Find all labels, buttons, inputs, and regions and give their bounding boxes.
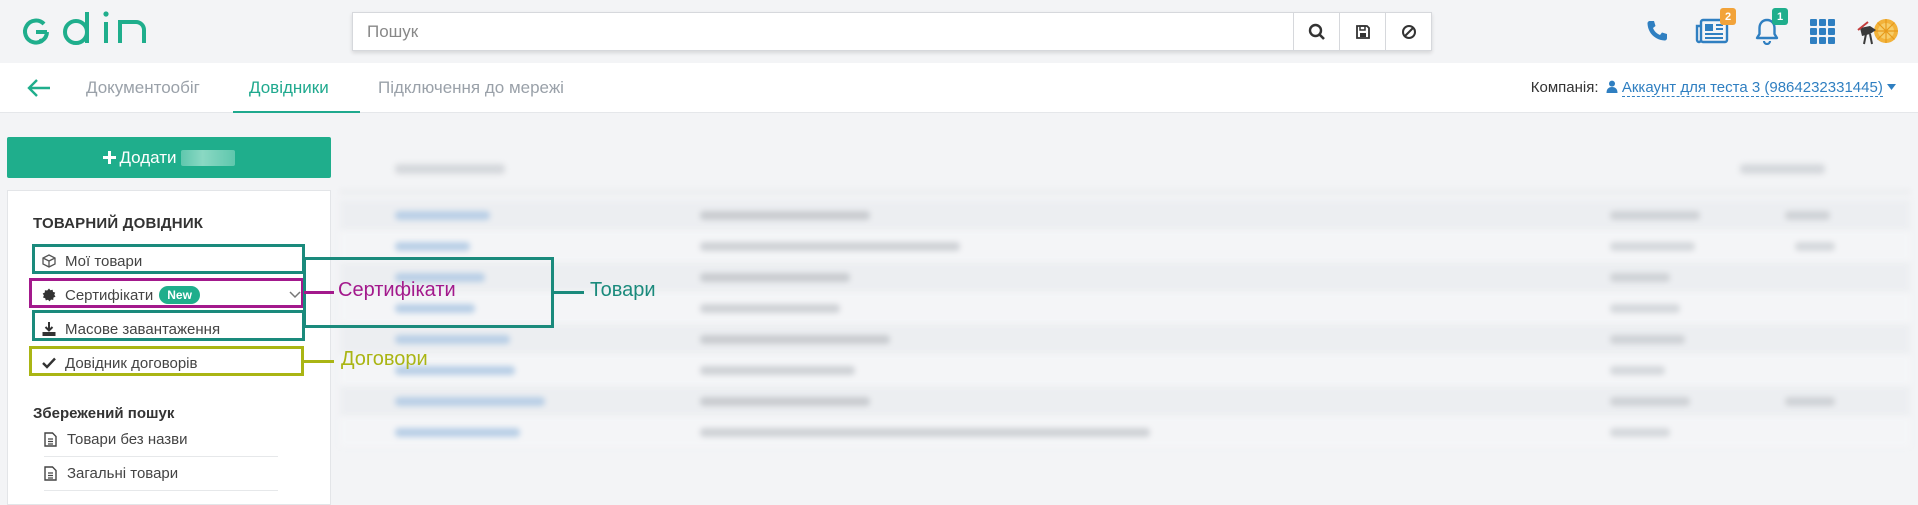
- phone-icon: [1647, 21, 1667, 41]
- saved-search-label: Товари без назви: [67, 431, 188, 448]
- document-icon: [44, 466, 57, 481]
- caret-down-icon[interactable]: [1887, 84, 1896, 90]
- clear-search-button[interactable]: [1385, 13, 1431, 50]
- user-icon: [1606, 80, 1618, 93]
- sidebar-panel: ТОВАРНИЙ ДОВІДНИК Мої товари Сертифікати…: [7, 190, 331, 505]
- apps-grid-icon: [1810, 19, 1835, 44]
- notifications-count-badge: 1: [1772, 8, 1788, 25]
- checkmark-icon: [42, 357, 56, 369]
- saved-search-item[interactable]: Загальні товари: [44, 457, 278, 491]
- sidebar-item-label: Масове завантаження: [65, 320, 221, 338]
- saved-search-item[interactable]: Товари без назви: [44, 423, 278, 457]
- annotation-label-contracts: Договори: [341, 348, 428, 370]
- top-bar: 2 1: [0, 0, 1918, 63]
- search-button[interactable]: [1293, 13, 1339, 50]
- plus-icon: [103, 151, 117, 164]
- news-count-badge: 2: [1720, 8, 1736, 25]
- company-account-dropdown[interactable]: Аккаунт для теста 3 (9864232331445): [1621, 79, 1883, 97]
- box-icon: [42, 254, 56, 268]
- annotation-connector-certificates: [304, 291, 334, 294]
- phone-button[interactable]: [1640, 14, 1674, 48]
- avatar-image-icon: [1857, 19, 1898, 45]
- tab-network-connection[interactable]: Підключення до мережі: [362, 63, 580, 113]
- floppy-disk-icon: [1355, 24, 1370, 39]
- annotation-label-goods: Товари: [590, 279, 656, 301]
- sidebar-item-label: Довідник договорів: [65, 354, 198, 372]
- document-icon: [44, 432, 57, 447]
- annotation-connector-contracts: [304, 360, 334, 363]
- saved-search-label: Загальні товари: [67, 465, 179, 482]
- blurred-goods-table: [340, 130, 1910, 470]
- sidebar-item-label: Сертифікати: [65, 286, 154, 304]
- certificate-badge-icon: [42, 288, 56, 302]
- search-icon: [1308, 23, 1325, 40]
- tab-document-flow[interactable]: Документообіг: [70, 63, 216, 113]
- navigation-bar: Документообіг Довідники Підключення до м…: [0, 63, 1918, 113]
- search-bar: [352, 12, 1432, 51]
- annotation-connector-goods: [554, 291, 584, 294]
- saved-search-title: Збережений пошук: [33, 405, 175, 422]
- sidebar-item-label: Мої товари: [65, 252, 143, 270]
- edin-logo[interactable]: [16, 8, 161, 56]
- sidebar-item-certificates[interactable]: Сертифікати New: [32, 281, 314, 309]
- news-button[interactable]: 2: [1692, 8, 1736, 48]
- new-badge: New: [159, 286, 200, 304]
- ban-icon: [1401, 24, 1416, 39]
- chevron-down-icon[interactable]: [289, 291, 301, 299]
- tab-directories[interactable]: Довідники: [233, 63, 360, 113]
- search-input[interactable]: [353, 13, 1293, 50]
- download-icon: [42, 322, 56, 336]
- sidebar-item-bulk-upload[interactable]: Масове завантаження: [32, 315, 220, 343]
- user-avatar[interactable]: [1856, 14, 1900, 48]
- sidebar-item-my-goods[interactable]: Мої товари: [32, 247, 142, 275]
- add-button[interactable]: Додати: [7, 137, 331, 178]
- add-button-label: Додати: [119, 147, 177, 167]
- company-selector: Компанія: Аккаунт для теста 3 (986423233…: [1530, 79, 1896, 97]
- company-label: Компанія:: [1530, 79, 1599, 96]
- back-arrow-icon[interactable]: [26, 77, 52, 99]
- apps-button[interactable]: [1807, 14, 1837, 48]
- goods-directory-title: ТОВАРНИЙ ДОВІДНИК: [33, 215, 204, 232]
- notifications-button[interactable]: 1: [1750, 8, 1788, 48]
- save-search-button[interactable]: [1339, 13, 1385, 50]
- blurred-text: [180, 149, 235, 166]
- sidebar-item-contracts-directory[interactable]: Довідник договорів: [32, 349, 197, 377]
- annotation-label-certificates: Сертифікати: [338, 279, 456, 301]
